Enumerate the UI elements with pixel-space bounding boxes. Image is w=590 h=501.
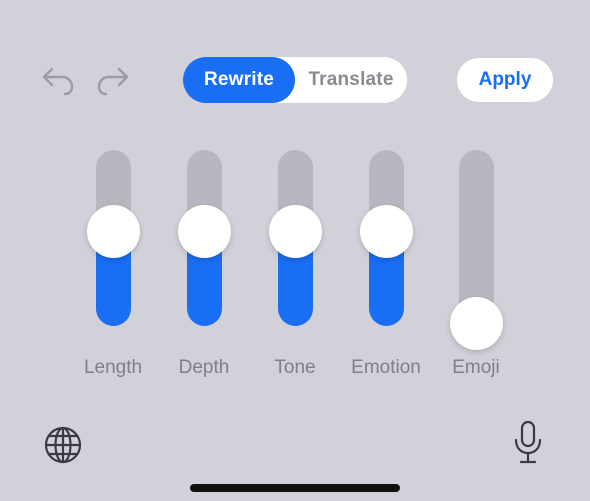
segment-rewrite[interactable]: Rewrite [183, 57, 295, 103]
mode-segmented-control: Rewrite Translate [183, 57, 407, 103]
slider-thumb[interactable] [268, 205, 322, 259]
slider-tone[interactable] [268, 150, 322, 326]
slider-emotion[interactable] [359, 150, 413, 326]
globe-icon [44, 426, 82, 464]
slider-depth[interactable] [177, 150, 231, 326]
slider-length[interactable] [86, 150, 140, 326]
undo-arrow-icon [42, 67, 74, 96]
slider-thumb[interactable] [177, 205, 231, 259]
segment-translate[interactable]: Translate [295, 57, 407, 103]
slider-thumb[interactable] [359, 205, 413, 259]
slider-label: Emoji [452, 357, 500, 378]
redo-button[interactable] [93, 62, 133, 98]
undo-button[interactable] [38, 62, 78, 98]
redo-arrow-icon [97, 67, 129, 96]
microphone-button[interactable] [508, 420, 548, 466]
slider-emoji[interactable] [449, 150, 503, 350]
slider-thumb[interactable] [86, 205, 140, 259]
globe-button[interactable] [42, 424, 84, 466]
apply-button[interactable]: Apply [457, 58, 553, 102]
slider-thumb[interactable] [449, 297, 503, 350]
microphone-icon [514, 420, 542, 464]
home-indicator [190, 484, 400, 492]
